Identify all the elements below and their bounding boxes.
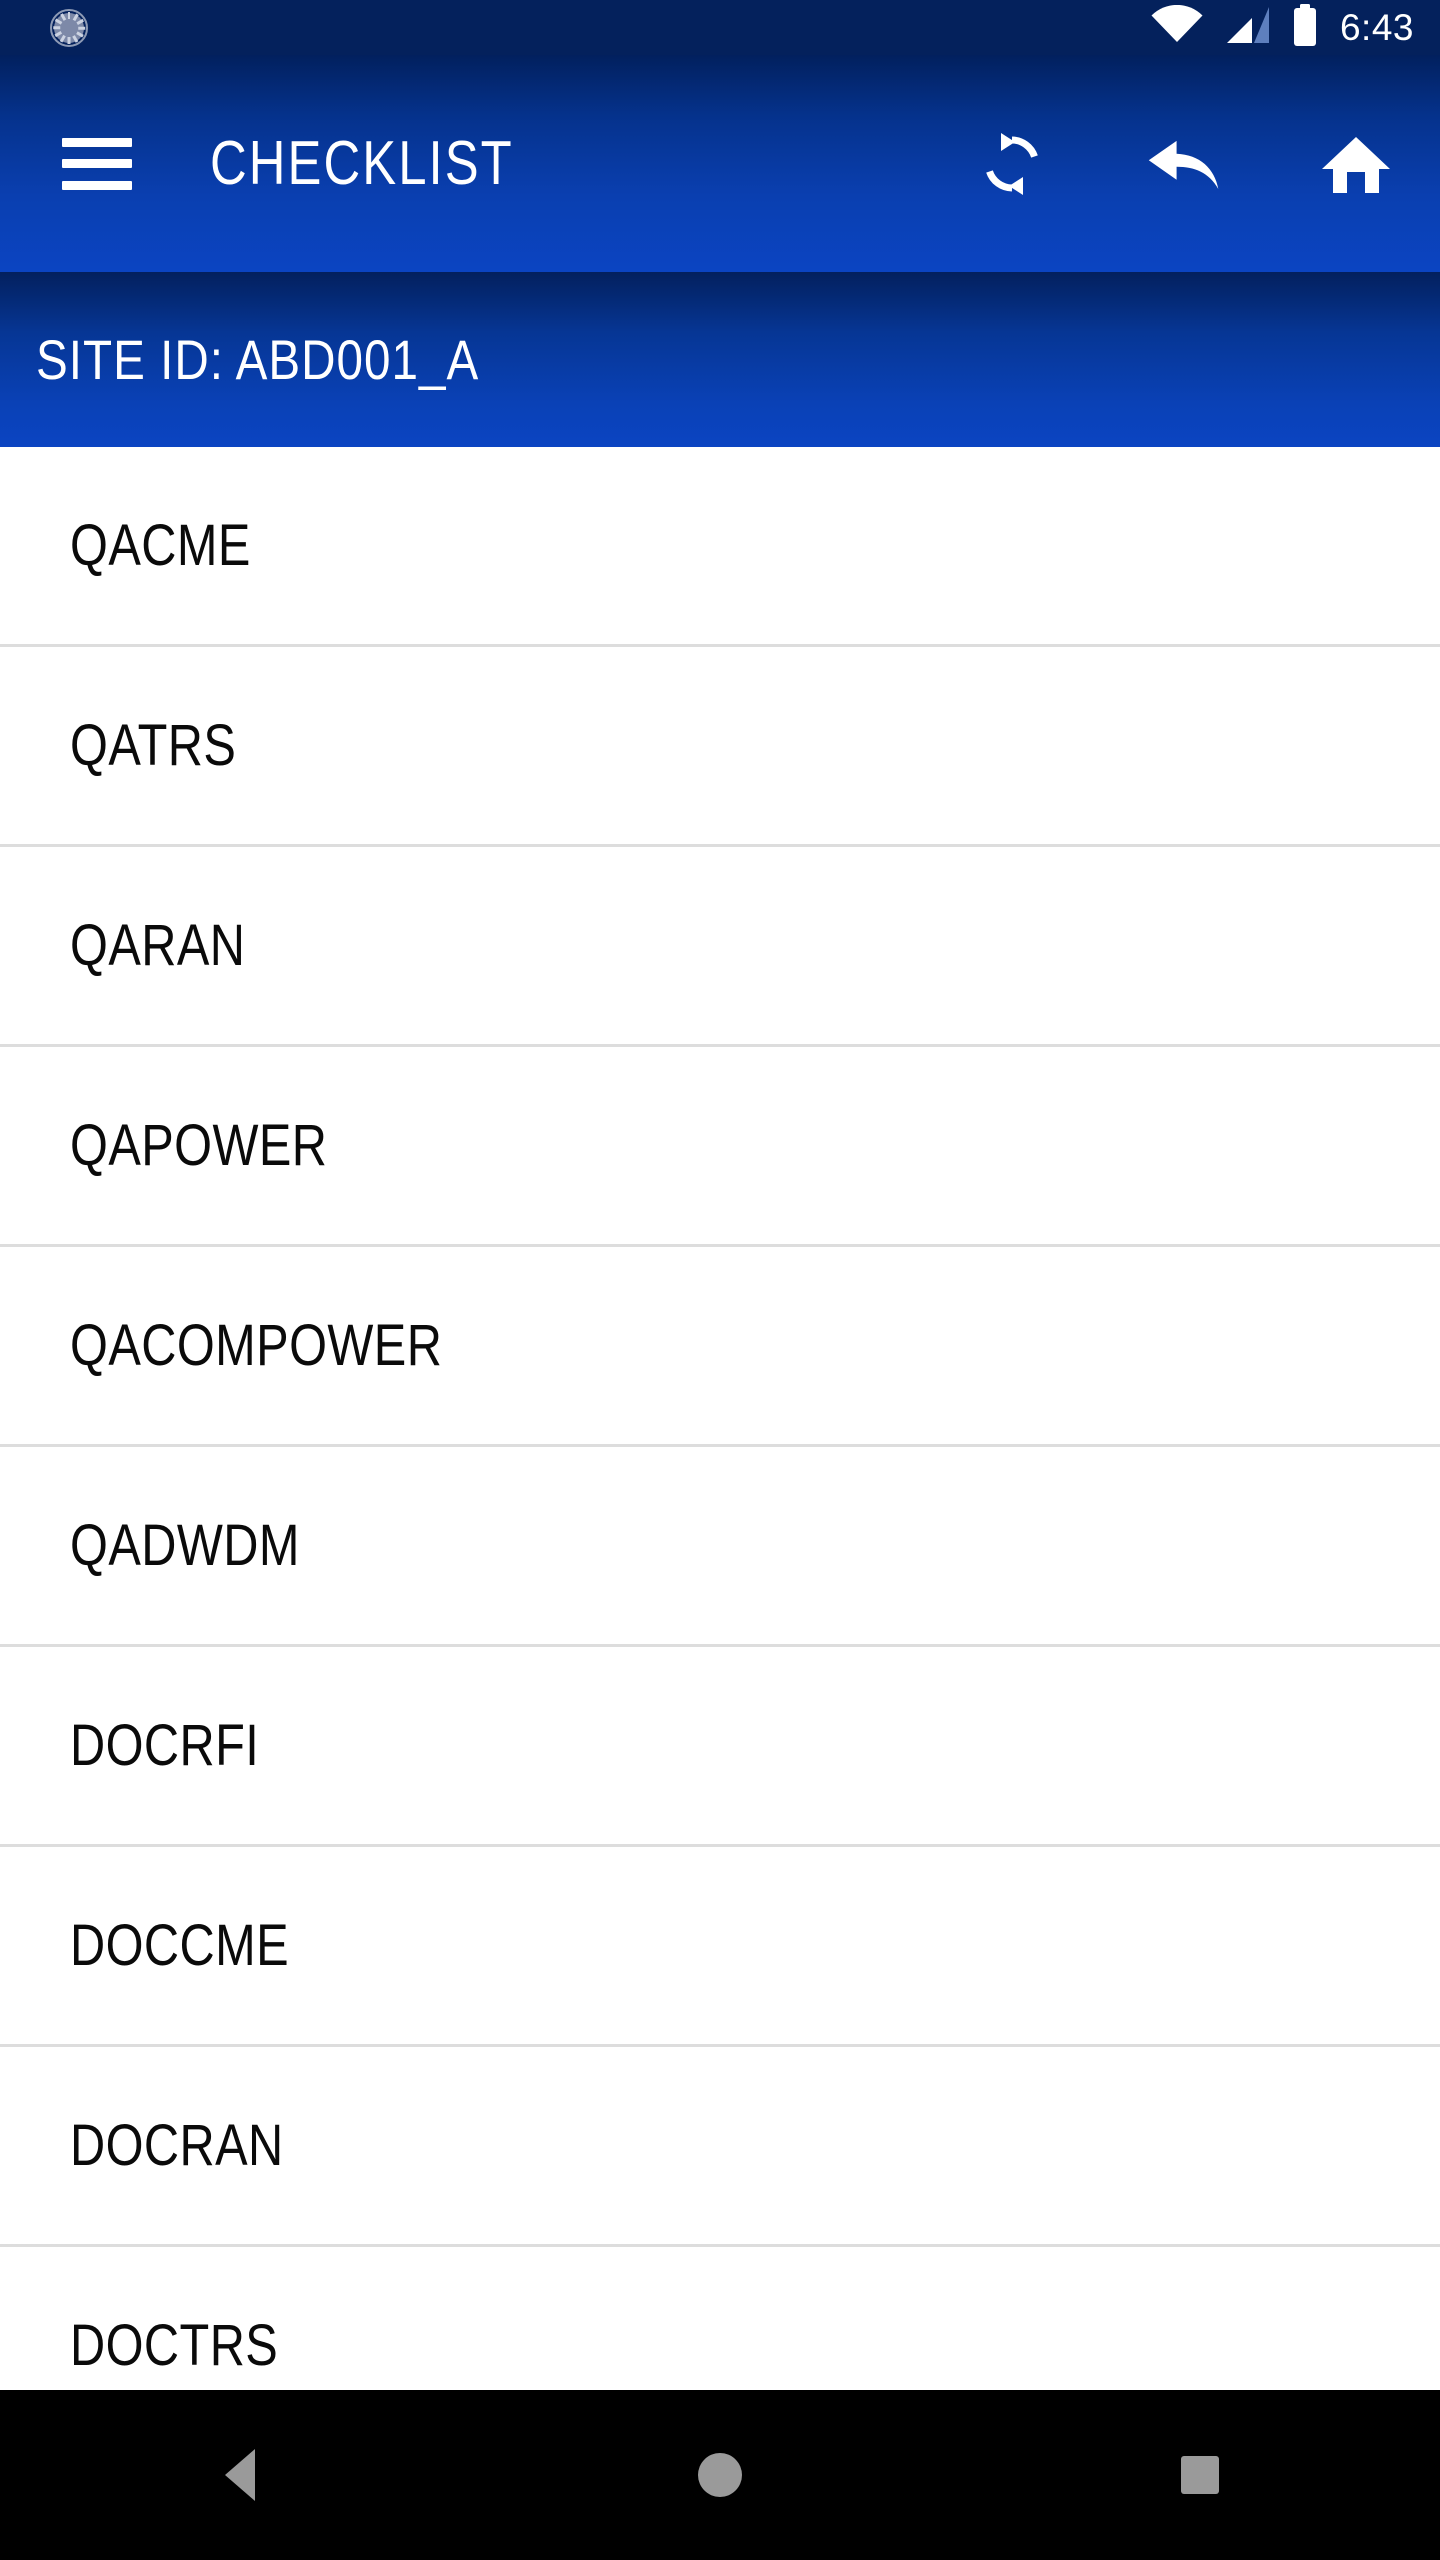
list-item[interactable]: QACOMPOWER (0, 1247, 1440, 1447)
status-bar-notifications (50, 8, 1150, 47)
list-item-label: QARAN (70, 913, 246, 978)
list-item-label: DOCCME (70, 1913, 290, 1978)
list-item[interactable]: DOCRAN (0, 2047, 1440, 2247)
list-item-label: DOCRAN (70, 2113, 284, 2178)
cellular-signal-icon (1226, 5, 1270, 50)
nav-back-button[interactable] (170, 2415, 310, 2535)
sync-progress-icon (50, 8, 88, 47)
checklist-list[interactable]: QACME QATRS QARAN QAPOWER QACOMPOWER QAD… (0, 447, 1440, 2390)
site-id-label: SITE ID: ABD001_A (36, 328, 480, 391)
nav-home-button[interactable] (650, 2415, 790, 2535)
home-icon[interactable] (1318, 126, 1394, 202)
list-item[interactable]: QATRS (0, 647, 1440, 847)
list-item-label: QATRS (70, 713, 237, 778)
list-item[interactable]: QACME (0, 447, 1440, 647)
site-id-banner: SITE ID: ABD001_A (0, 272, 1440, 447)
status-bar: 6:43 (0, 0, 1440, 55)
list-item-label: DOCRFI (70, 1713, 260, 1778)
circle-home-icon (698, 2453, 742, 2497)
list-item[interactable]: DOCCME (0, 1847, 1440, 2047)
list-item-label: QACOMPOWER (70, 1313, 443, 1378)
square-recents-icon (1181, 2456, 1219, 2494)
list-item-label: QACME (70, 513, 251, 578)
android-navigation-bar (0, 2390, 1440, 2560)
list-item[interactable]: QAPOWER (0, 1047, 1440, 1247)
list-item[interactable]: DOCRFI (0, 1647, 1440, 1847)
app-bar-actions (974, 126, 1394, 202)
list-item-label: QAPOWER (70, 1113, 328, 1178)
app-bar: CHECKLIST (0, 55, 1440, 272)
list-item-label: DOCTRS (70, 2313, 279, 2378)
list-item-label: QADWDM (70, 1513, 300, 1578)
status-bar-system-icons: 6:43 (1150, 4, 1414, 51)
list-item[interactable]: QADWDM (0, 1447, 1440, 1647)
triangle-back-icon (225, 2449, 255, 2501)
page-title: CHECKLIST (210, 129, 514, 198)
battery-full-icon (1292, 4, 1318, 51)
list-item[interactable]: DOCTRS (0, 2247, 1440, 2390)
reply-back-icon[interactable] (1146, 126, 1222, 202)
phone-screen: 6:43 CHECKLIST SITE ID: ABD001_A QACME Q… (0, 0, 1440, 2560)
status-bar-clock: 6:43 (1339, 7, 1414, 48)
hamburger-menu-icon[interactable] (62, 137, 132, 190)
nav-recents-button[interactable] (1130, 2415, 1270, 2535)
wifi-icon (1150, 4, 1204, 50)
sync-icon[interactable] (974, 126, 1050, 202)
list-item[interactable]: QARAN (0, 847, 1440, 1047)
